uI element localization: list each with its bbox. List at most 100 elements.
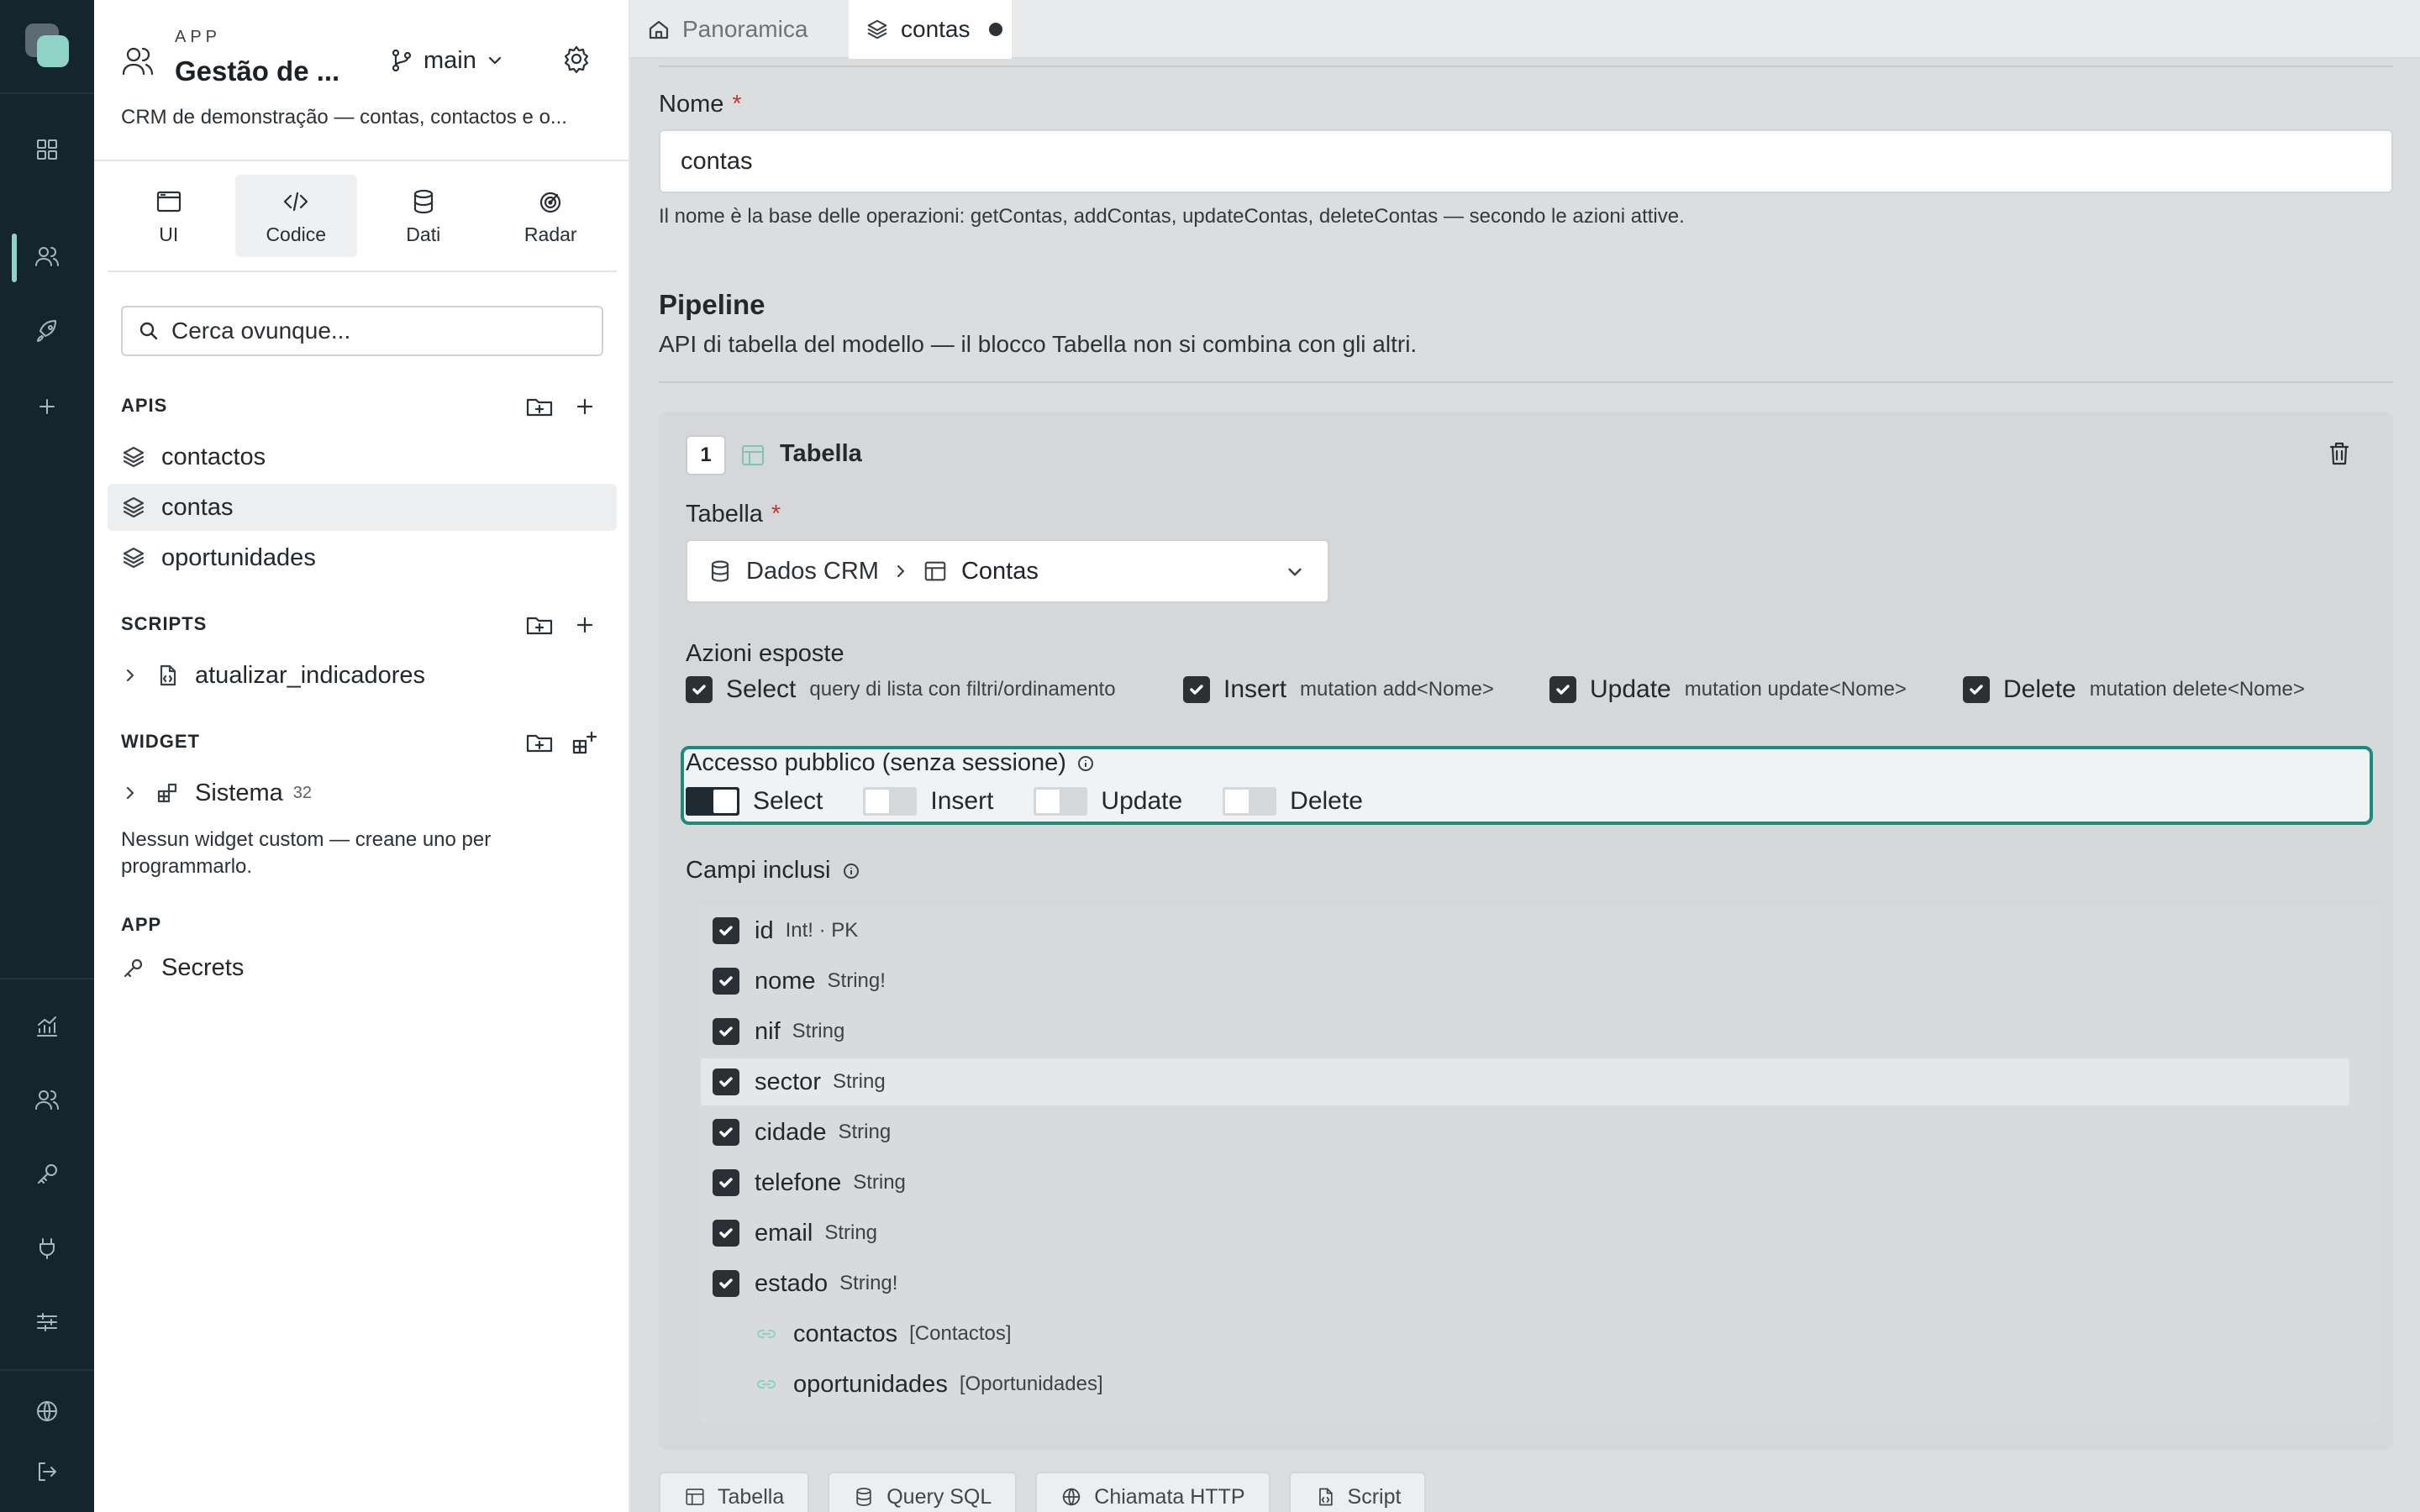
checkbox-checked[interactable] [713,1018,739,1045]
field-row-id[interactable]: id Int! · PK [701,907,2349,954]
tab-contas[interactable]: contas [849,0,1012,59]
checkbox-checked[interactable] [1183,676,1210,703]
plug-icon[interactable] [30,1231,64,1265]
new-folder-icon[interactable] [524,610,555,640]
api-item-oportunidades[interactable]: oportunidades [108,534,617,581]
checkbox-checked[interactable] [713,1270,739,1297]
action-insert[interactable]: Insert mutation add<Nome> [1183,675,1494,704]
app-item-secrets[interactable]: Secrets [108,944,617,991]
section-scripts-title: SCRIPTS [121,613,208,634]
settings-gear-icon[interactable] [560,42,593,76]
toggle-switch-off[interactable] [863,787,918,816]
checkbox-checked[interactable] [1963,676,1990,703]
tab-radar[interactable]: Radar [490,175,613,257]
tab-panoramica[interactable]: Panoramica [630,0,849,59]
field-row-oportunidades[interactable]: oportunidades [Oportunidades] [701,1361,2349,1408]
checkbox-checked[interactable] [713,968,739,995]
pipeline-subtitle: API di tabella del modello — il blocco T… [659,331,1418,357]
branch-selector[interactable]: main [388,44,505,77]
link-icon [755,1373,778,1396]
action-delete[interactable]: Delete mutation delete<Nome> [1963,675,2305,704]
name-input[interactable] [659,129,2393,193]
action-update[interactable]: Update mutation update<Nome> [1549,675,1907,704]
layers-icon [123,547,145,569]
add-script-button[interactable]: Script [1288,1472,1427,1512]
logout-icon[interactable] [30,1455,64,1488]
plus-icon[interactable] [30,390,64,423]
public-toggle-delete[interactable]: Delete [1223,787,1363,816]
checkbox-checked[interactable] [713,1220,739,1247]
checkbox-checked[interactable] [713,1119,739,1146]
widget-group-sistema[interactable]: Sistema 32 [108,769,617,816]
api-item-contactos[interactable]: contactos [108,433,617,480]
field-row-cidade[interactable]: cidade String [701,1109,2349,1156]
browser-window-icon [156,191,181,212]
team-icon[interactable] [30,1084,64,1117]
toggle-switch-off[interactable] [1223,787,1277,816]
table-select[interactable]: Dados CRM Contas [686,539,1329,603]
add-tabella-button[interactable]: Tabella [659,1472,810,1512]
rail-active-indicator [12,234,17,282]
checkbox-disabled [713,1320,739,1347]
field-row-telefone[interactable]: telefone String [701,1159,2349,1206]
key-icon[interactable] [30,1158,64,1191]
public-toggle-update[interactable]: Update [1034,787,1182,816]
add-query-sql-button[interactable]: Query SQL [828,1472,1018,1512]
checkbox-disabled [713,1371,739,1398]
unsaved-dot[interactable] [988,23,1002,36]
tab-ui[interactable]: UI [108,175,230,257]
delete-block-trash-icon[interactable] [2324,438,2354,469]
field-row-email[interactable]: email String [701,1210,2349,1257]
search-icon [139,322,158,340]
toggle-switch-on[interactable] [686,787,739,816]
field-row-estado[interactable]: estado String! [701,1260,2349,1307]
scripts-actions [524,610,600,640]
global-search[interactable] [121,306,603,356]
api-item-contas[interactable]: contas [108,484,617,531]
chevron-right-icon [897,564,905,578]
workspace-logo[interactable] [25,24,69,69]
tab-dati[interactable]: Dati [362,175,485,257]
checkbox-checked[interactable] [713,1068,739,1095]
add-widget-icon[interactable] [570,727,600,758]
chevron-right-icon[interactable] [121,784,139,802]
new-folder-icon[interactable] [524,727,555,758]
new-folder-icon[interactable] [524,391,555,422]
chevron-down-icon [488,56,501,65]
add-api-plus-icon[interactable] [570,391,600,422]
search-input[interactable] [171,318,575,344]
public-toggle-insert[interactable]: Insert [863,787,993,816]
app-kicker: APP [175,28,222,46]
field-row-nome[interactable]: nome String! [701,958,2349,1005]
checkbox-checked[interactable] [686,676,713,703]
analytics-icon[interactable] [30,1010,64,1043]
info-icon[interactable] [1076,754,1095,773]
widgets-icon [157,783,177,803]
dashboard-icon[interactable] [30,133,64,166]
actions-label: Azioni esposte [686,640,844,667]
checkbox-checked[interactable] [713,1169,739,1196]
globe-icon[interactable] [30,1394,64,1428]
tab-codice[interactable]: Codice [234,175,357,257]
app-title[interactable]: Gestão de ... [175,55,339,87]
key-icon [124,958,143,978]
sliders-icon[interactable] [30,1305,64,1339]
users-icon[interactable] [30,240,64,274]
add-http-call-button[interactable]: Chiamata HTTP [1035,1472,1270,1512]
checkbox-checked[interactable] [713,917,739,944]
chevron-right-icon[interactable] [121,666,139,685]
script-item-atualizar-indicadores[interactable]: atualizar_indicadores [108,652,617,699]
action-select[interactable]: Select query di lista con filtri/ordinam… [686,675,1116,704]
info-icon[interactable] [842,862,860,880]
toggle-switch-off[interactable] [1034,787,1088,816]
field-row-contactos[interactable]: contactos [Contactos] [701,1310,2349,1357]
field-row-sector[interactable]: sector String [701,1058,2349,1105]
layers-icon [123,496,145,518]
code-icon [284,192,308,211]
field-row-nif[interactable]: nif String [701,1008,2349,1055]
rocket-icon[interactable] [30,314,64,348]
link-icon [755,1322,778,1346]
add-script-plus-icon[interactable] [570,610,600,640]
checkbox-checked[interactable] [1549,676,1576,703]
public-toggle-select[interactable]: Select [686,787,823,816]
